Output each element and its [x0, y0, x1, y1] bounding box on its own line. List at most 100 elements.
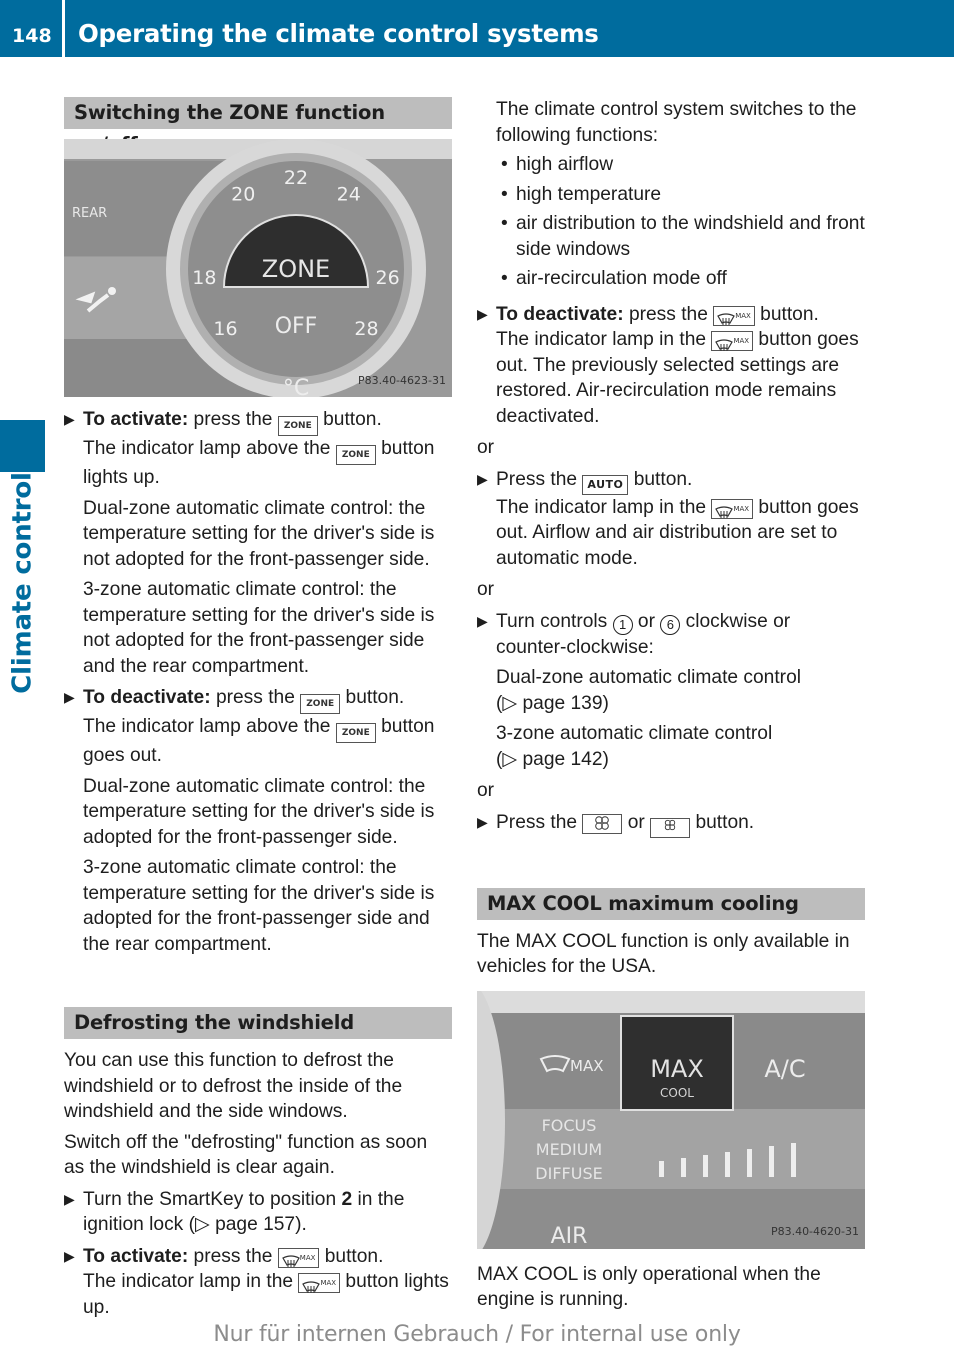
page-reference-link[interactable]: (▷ page 142) — [496, 749, 609, 770]
chapter-tab[interactable]: Climate control — [0, 472, 45, 693]
step-text: The indicator lamp in the — [496, 496, 712, 518]
step-text: The indicator lamp in the — [83, 1271, 299, 1292]
zone-activate-step: ▶ To activate: press the ZONE button. Th… — [64, 407, 452, 491]
right-column: The climate control system switches to t… — [477, 97, 865, 1313]
list-item: • air distribution to the windshield and … — [496, 211, 865, 262]
maxcool-panel-figure: MAX COOL MAX A/C FOCUS MEDIUM DIFFUSE AI… — [477, 990, 865, 1249]
page-reference-link[interactable]: (▷ page 139) — [496, 693, 609, 714]
chapter-tab-label: Climate control — [6, 472, 37, 694]
step-text: 3-zone automatic climate control — [496, 723, 773, 744]
step-text: Turn the SmartKey to position — [83, 1188, 342, 1210]
chapter-tab-marker — [0, 420, 45, 472]
zone-dial-illustration: REAR ZONE OFF °C 16 18 20 22 24 26 28 — [64, 139, 452, 397]
zone-activate-three: 3-zone automatic climate control: the te… — [83, 579, 435, 677]
step-arrow-icon: ▶ — [64, 689, 75, 705]
step-text: press the — [188, 409, 278, 430]
zone-deactivate-dual: Dual-zone automatic climate control: the… — [83, 775, 435, 848]
or-separator: or — [477, 437, 495, 458]
auto-step: ▶ Press the AUTO button. The indicator l… — [477, 467, 865, 572]
step-text: button. — [690, 811, 755, 833]
or-separator: or — [477, 579, 495, 600]
step-lead: To deactivate: — [83, 687, 211, 708]
zone-activate-dual: Dual-zone automatic climate control: the… — [83, 497, 435, 570]
dial-temperature-label: 26 — [376, 267, 400, 289]
dial-temperature-label: 24 — [337, 184, 361, 206]
list-item: • high temperature — [496, 182, 865, 208]
step-text: button. — [754, 303, 819, 325]
step-text: button. — [628, 468, 693, 490]
page-reference-link[interactable]: ▷ page 157 — [195, 1214, 295, 1235]
fan-level-bar — [703, 1154, 708, 1177]
step-text: ). — [295, 1214, 307, 1235]
defrost-activate-step: ▶ To activate: press the MAX button. The… — [64, 1244, 452, 1321]
page-number: 148 — [12, 25, 52, 47]
section-heading-zone: Switching the ZONE function on/off — [64, 97, 452, 156]
auto-key-icon: AUTO — [582, 474, 629, 495]
step-text: Press the — [496, 468, 583, 490]
defrost-max-key-icon: MAX — [277, 1247, 320, 1268]
fan-level-bar — [791, 1142, 796, 1177]
defrost-max-button-label: MAX — [570, 1057, 603, 1075]
step-text: button. — [317, 409, 382, 430]
header-divider — [62, 0, 65, 57]
step-text: button. — [340, 687, 405, 708]
mode-medium: MEDIUM — [536, 1140, 602, 1159]
figure-id: P83.40-4623-31 — [357, 373, 446, 387]
step-lead: To activate: — [83, 1245, 189, 1267]
or-separator: or — [477, 780, 495, 801]
list-item-text: high temperature — [516, 183, 662, 205]
control-1-marker: 1 — [612, 614, 633, 635]
step-arrow-icon: ▶ — [477, 813, 488, 830]
list-item: • air-recirculation mode off — [496, 266, 865, 292]
footer-watermark: Nur für internen Gebrauch / For internal… — [213, 1322, 741, 1347]
step-arrow-icon: ▶ — [477, 470, 488, 487]
position-number: 2 — [341, 1188, 353, 1210]
dial-temperature-label: 18 — [192, 267, 216, 289]
list-item-text: air distribution to the windshield and f… — [516, 213, 865, 260]
dial-temperature-label: 16 — [213, 318, 237, 340]
zone-key-icon: ZONE — [335, 723, 376, 743]
defrost-functions-list: • high airflow • high temperature • air dis… — [477, 152, 865, 292]
bullet-icon: • — [501, 154, 508, 175]
off-label: OFF — [275, 314, 318, 339]
list-item-text: air-recirculation mode off — [516, 268, 727, 289]
dial-temperature-label: 20 — [231, 184, 255, 206]
fan-level-bar — [725, 1151, 730, 1177]
defrost-max-key-icon: MAX — [298, 1273, 341, 1293]
step-text: The indicator lamp above the — [83, 438, 336, 459]
turn-dual: Dual-zone automatic climate control (▷ pa… — [477, 665, 865, 716]
zone-key-icon: ZONE — [277, 416, 318, 436]
step-text: Dual-zone automatic climate control — [496, 667, 802, 688]
zone-key-icon: ZONE — [300, 694, 341, 714]
fan-up-key-icon — [582, 813, 623, 834]
control-6-marker: 6 — [660, 614, 681, 635]
step-text: The indicator lamp above the — [83, 716, 336, 737]
defrost-max-key-icon: MAX — [711, 331, 754, 351]
dial-temperature-label: 22 — [284, 167, 308, 189]
step-text: button. — [319, 1245, 384, 1267]
section-heading-maxcool: MAX COOL maximum cooling — [477, 887, 865, 920]
zone-deactivate-step: ▶ To deactivate: press the ZONE button. … — [64, 685, 452, 769]
dial-temperature-label: 28 — [354, 318, 378, 340]
left-column: Switching the ZONE function on/off REAR … — [64, 97, 452, 1320]
maxcool-para-1: The MAX COOL function is only available … — [477, 930, 850, 978]
list-item-text: high airflow — [516, 154, 614, 175]
defrost-para-1: You can use this function to defrost the… — [64, 1050, 403, 1122]
step-lead: To deactivate: — [496, 303, 624, 325]
step-lead: To activate: — [83, 409, 189, 430]
step-arrow-icon: ▶ — [477, 612, 488, 629]
fan-step: ▶ Press the or button. — [477, 810, 865, 838]
bullet-icon: • — [501, 183, 508, 205]
defrost-deactivate-step: ▶ To deactivate: press the MAX button. T… — [477, 302, 865, 430]
step-text: Turn controls — [496, 610, 613, 632]
maxcool-button-label: MAX — [650, 1055, 704, 1083]
fan-down-key-icon — [650, 817, 691, 838]
turn-three: 3-zone automatic climate control (▷ page … — [477, 721, 865, 772]
mode-focus: FOCUS — [542, 1116, 597, 1135]
fan-level-bar — [659, 1160, 664, 1177]
step-text: Press the — [496, 811, 583, 833]
maxcool-panel-illustration: MAX COOL MAX A/C FOCUS MEDIUM DIFFUSE AI… — [477, 990, 865, 1249]
maxcool-para-2: MAX COOL is only operational when the en… — [477, 1263, 821, 1311]
defrost-max-key-icon: MAX — [713, 305, 755, 326]
defrost-max-key-icon: MAX — [711, 498, 754, 519]
